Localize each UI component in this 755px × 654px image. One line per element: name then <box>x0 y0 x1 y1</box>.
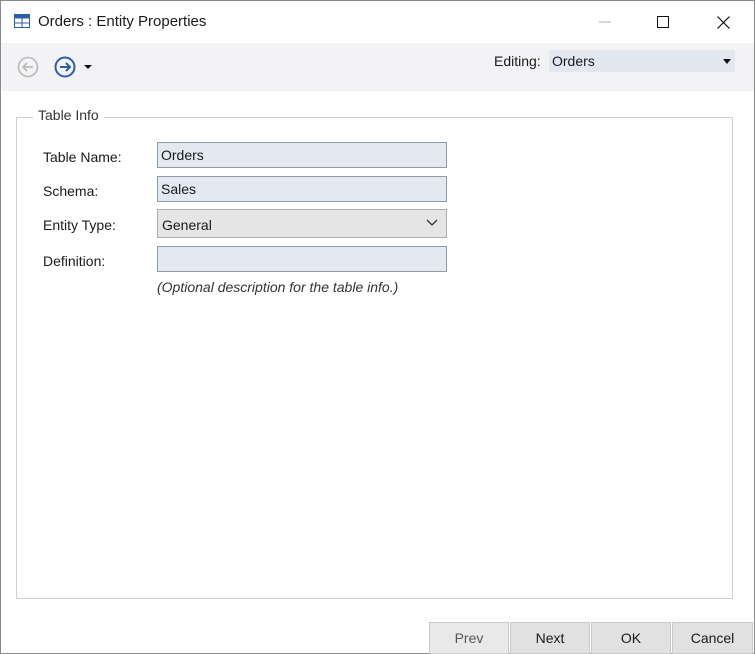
schema-label: Schema: <box>43 183 99 199</box>
dropdown-arrow-icon[interactable] <box>83 63 93 71</box>
editing-select-value: Orders <box>552 53 595 69</box>
close-button[interactable] <box>694 1 752 43</box>
table-name-input[interactable] <box>157 142 447 168</box>
table-info-legend: Table Info <box>33 107 104 123</box>
definition-input[interactable] <box>157 246 447 272</box>
table-icon <box>14 14 30 28</box>
circle-arrow-left-icon[interactable] <box>16 55 40 79</box>
circle-arrow-right-icon[interactable] <box>53 55 77 79</box>
schema-input[interactable] <box>157 176 447 202</box>
entity-type-select[interactable]: General <box>157 209 447 238</box>
minimize-button[interactable] <box>576 1 634 43</box>
minimize-icon <box>599 21 611 23</box>
table-name-label: Table Name: <box>43 149 122 165</box>
maximize-button[interactable] <box>634 1 692 43</box>
navigation-toolbar: Editing: Orders <box>1 43 754 91</box>
prev-button[interactable]: Prev <box>429 622 509 654</box>
close-icon <box>716 15 730 29</box>
editing-label: Editing: <box>494 53 541 69</box>
title-bar[interactable]: Orders : Entity Properties <box>1 1 754 43</box>
definition-hint: (Optional description for the table info… <box>157 279 399 295</box>
maximize-icon <box>657 16 669 28</box>
cancel-button[interactable]: Cancel <box>672 622 753 654</box>
caret-down-icon <box>723 59 731 64</box>
ok-button[interactable]: OK <box>591 622 671 654</box>
window-title: Orders : Entity Properties <box>38 13 207 30</box>
entity-properties-window: Orders : Entity Properties Editing: Orde… <box>0 0 755 654</box>
entity-type-value: General <box>162 217 212 233</box>
chevron-down-icon <box>426 219 438 226</box>
entity-type-label: Entity Type: <box>43 217 116 233</box>
definition-label: Definition: <box>43 253 106 269</box>
next-button[interactable]: Next <box>510 622 590 654</box>
editing-select[interactable]: Orders <box>549 50 735 72</box>
